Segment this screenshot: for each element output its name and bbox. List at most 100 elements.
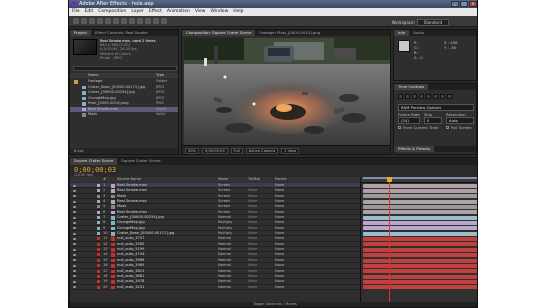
text-tool-icon[interactable]: [137, 18, 143, 24]
label-color-swatch[interactable]: [97, 232, 100, 236]
label-color-swatch[interactable]: [97, 237, 100, 241]
workspace-selector[interactable]: Workspace: Standard: [392, 19, 449, 26]
trkmat-dropdown[interactable]: None: [248, 285, 257, 290]
eye-icon[interactable]: [73, 216, 76, 219]
column-parent[interactable]: Parent: [275, 177, 287, 182]
eye-icon[interactable]: [73, 221, 76, 224]
tab-composition[interactable]: Composition: Square Crater Scene: [182, 30, 256, 36]
label-color-swatch[interactable]: [97, 274, 100, 278]
eye-icon[interactable]: [73, 184, 76, 187]
menu-view[interactable]: View: [195, 8, 206, 16]
tab-footage[interactable]: Footage: Pixel_[0000-0024].png: [255, 30, 324, 36]
clone-tool-icon[interactable]: [153, 18, 159, 24]
first-frame-icon[interactable]: [398, 94, 403, 99]
eye-icon[interactable]: [73, 205, 76, 208]
from-current-time-checkbox[interactable]: [398, 126, 401, 129]
label-color-swatch[interactable]: [97, 216, 100, 220]
eye-icon[interactable]: [73, 211, 76, 214]
play-icon[interactable]: [412, 94, 417, 99]
minimize-button[interactable]: _: [451, 1, 459, 7]
menu-file[interactable]: File: [72, 8, 80, 16]
full-screen-checkbox[interactable]: [446, 126, 449, 129]
skip-field[interactable]: 0: [424, 117, 442, 124]
layer-duration-bar[interactable]: [361, 285, 477, 290]
label-color-swatch[interactable]: [97, 285, 100, 289]
eye-icon[interactable]: [73, 270, 76, 272]
eye-icon[interactable]: [73, 200, 76, 203]
time-graph[interactable]: [360, 177, 477, 307]
project-search-input[interactable]: [73, 66, 177, 71]
project-item[interactable]: Mask Solid: [70, 112, 178, 118]
blend-mode-dropdown[interactable]: Normal: [218, 285, 231, 290]
menu-effect[interactable]: Effect: [149, 8, 162, 16]
label-color-swatch[interactable]: [97, 200, 100, 204]
eye-icon[interactable]: [73, 275, 76, 278]
eye-icon[interactable]: [73, 286, 76, 289]
menu-layer[interactable]: Layer: [131, 8, 144, 16]
selection-tool-icon[interactable]: [73, 18, 79, 24]
label-color-swatch[interactable]: [97, 210, 100, 214]
tab-timeline-comp-2[interactable]: Square Crater Scene: [117, 158, 164, 165]
magnification-dropdown[interactable]: 50%: [185, 147, 199, 154]
menu-animation[interactable]: Animation: [167, 8, 190, 16]
eye-icon[interactable]: [73, 243, 76, 246]
toggle-switches-modes-button[interactable]: Toggle Switches / Modes: [253, 302, 297, 306]
workspace-dropdown[interactable]: Standard: [416, 19, 449, 26]
tab-effects-presets[interactable]: Effects & Presets: [394, 146, 435, 152]
label-color-swatch[interactable]: [97, 258, 100, 262]
next-frame-icon[interactable]: [419, 94, 424, 99]
current-time-indicator[interactable]: [387, 177, 392, 307]
active-camera-dropdown[interactable]: Active Camera: [245, 147, 279, 154]
eye-icon[interactable]: [73, 259, 76, 262]
bit-depth-button[interactable]: 8 bpc: [74, 149, 84, 153]
tab-time-controls[interactable]: Time Controls: [394, 84, 429, 90]
label-color-swatch[interactable]: [97, 253, 100, 257]
rotate-tool-icon[interactable]: [97, 18, 103, 24]
tab-timeline-comp[interactable]: Square Crater Scene: [70, 158, 118, 165]
layer-row[interactable]: 20 null_auto_3231 Normal None None: [70, 285, 360, 290]
tab-effect-controls[interactable]: Effect Controls: Real Smoke: [91, 30, 152, 36]
column-mode[interactable]: Mode: [218, 177, 228, 182]
view-layout-dropdown[interactable]: 1 View: [281, 147, 300, 154]
pen-tool-icon[interactable]: [129, 18, 135, 24]
label-color-swatch[interactable]: [97, 194, 100, 198]
label-color-swatch[interactable]: [97, 205, 100, 209]
work-area-bar[interactable]: [363, 177, 477, 179]
resolution-dropdown[interactable]: Auto: [446, 117, 474, 124]
menu-edit[interactable]: Edit: [85, 8, 94, 16]
eye-icon[interactable]: [73, 195, 76, 198]
label-color-swatch[interactable]: [97, 248, 100, 252]
close-button[interactable]: ×: [469, 1, 477, 7]
camera-tool-icon[interactable]: [105, 18, 111, 24]
label-color-swatch[interactable]: [97, 269, 100, 273]
maximize-button[interactable]: □: [460, 1, 468, 7]
brush-tool-icon[interactable]: [145, 18, 151, 24]
menu-help[interactable]: Help: [233, 8, 243, 16]
hand-tool-icon[interactable]: [81, 18, 87, 24]
tab-info[interactable]: Info: [394, 30, 410, 36]
label-color-swatch[interactable]: [97, 189, 100, 193]
label-color-swatch[interactable]: [97, 221, 100, 225]
zoom-tool-icon[interactable]: [89, 18, 95, 24]
eye-icon[interactable]: [73, 280, 76, 283]
mask-tool-icon[interactable]: [121, 18, 127, 24]
column-type[interactable]: Type: [156, 73, 164, 78]
eye-icon[interactable]: [73, 264, 76, 267]
menu-composition[interactable]: Composition: [98, 8, 126, 16]
tab-project[interactable]: Project: [70, 30, 91, 36]
column-name[interactable]: Name: [88, 73, 99, 78]
eye-icon[interactable]: [73, 227, 76, 230]
column-source-name[interactable]: Source Name: [117, 177, 141, 182]
parent-dropdown[interactable]: None: [275, 285, 284, 290]
eye-icon[interactable]: [73, 248, 76, 251]
audio-icon[interactable]: [433, 94, 438, 99]
tab-audio[interactable]: Audio: [409, 30, 428, 36]
pan-behind-tool-icon[interactable]: [113, 18, 119, 24]
label-color-swatch[interactable]: [97, 184, 100, 187]
label-color-swatch[interactable]: [97, 226, 100, 230]
ram-preview-icon[interactable]: [447, 94, 452, 99]
column-trkmat[interactable]: TrkMat: [248, 177, 260, 182]
label-color-swatch[interactable]: [97, 242, 100, 246]
last-frame-icon[interactable]: [426, 94, 431, 99]
current-time-display[interactable]: 0;00;00;03: [202, 147, 228, 154]
